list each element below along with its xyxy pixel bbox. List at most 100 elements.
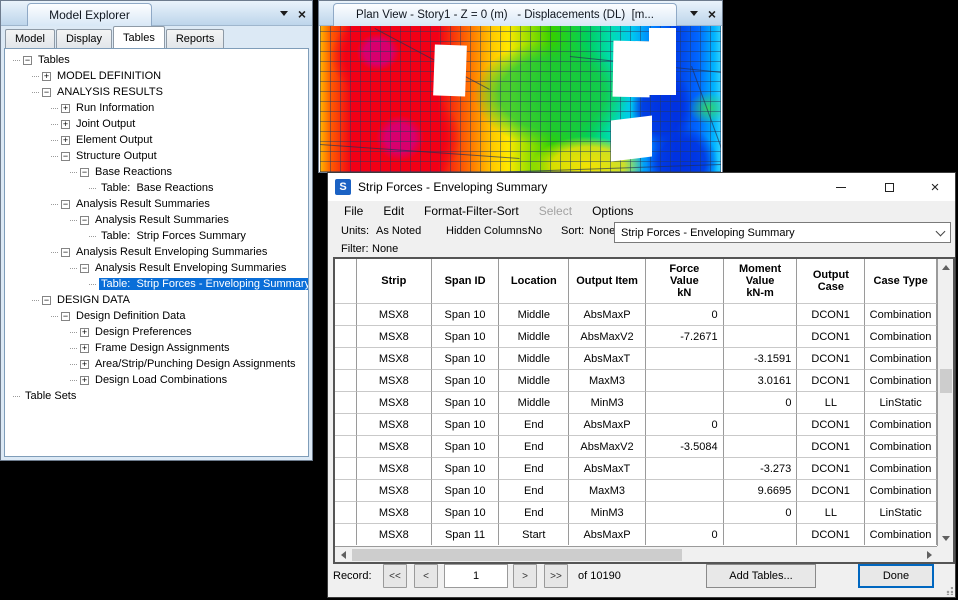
add-tables-button[interactable]: Add Tables... bbox=[706, 564, 816, 588]
table-row[interactable]: MSX8Span 10MiddleAbsMaxP0DCON1Combinatio… bbox=[335, 303, 937, 325]
tree-item[interactable]: +Design Preferences bbox=[5, 324, 308, 340]
tree-item[interactable]: +Run Information bbox=[5, 100, 308, 116]
tree-item[interactable]: +Design Load Combinations bbox=[5, 372, 308, 388]
table-row[interactable]: MSX8Span 10EndMinM30LLLinStatic bbox=[335, 501, 937, 523]
expand-icon[interactable]: + bbox=[42, 72, 51, 81]
menu-file[interactable]: File bbox=[334, 204, 373, 218]
column-header[interactable]: Location bbox=[499, 259, 569, 303]
tree-item[interactable]: −Tables bbox=[5, 52, 308, 68]
tree-item[interactable]: +Frame Design Assignments bbox=[5, 340, 308, 356]
column-header[interactable]: Force Value kN bbox=[646, 259, 724, 303]
table-row[interactable]: MSX8Span 10MiddleMaxM33.0161DCON1Combina… bbox=[335, 369, 937, 391]
column-header[interactable]: Span ID bbox=[432, 259, 500, 303]
collapse-icon[interactable]: − bbox=[23, 56, 32, 65]
scroll-left-button[interactable] bbox=[335, 547, 351, 563]
contour-plot[interactable] bbox=[320, 26, 721, 172]
expand-icon[interactable]: + bbox=[80, 344, 89, 353]
tab-model[interactable]: Model bbox=[5, 29, 55, 48]
collapse-icon[interactable]: − bbox=[61, 248, 70, 257]
record-prev-button[interactable]: < bbox=[414, 564, 438, 588]
vertical-scrollbar-thumb[interactable] bbox=[940, 369, 952, 393]
tree-item[interactable]: −Analysis Result Enveloping Summaries bbox=[5, 260, 308, 276]
maximize-button[interactable] bbox=[873, 173, 905, 201]
table-row[interactable]: MSX8Span 10MiddleAbsMaxV2-7.2671DCON1Com… bbox=[335, 325, 937, 347]
expand-icon[interactable]: + bbox=[80, 376, 89, 385]
tree-item[interactable]: +Joint Output bbox=[5, 116, 308, 132]
tree-item[interactable]: Table: Strip Forces Summary bbox=[5, 228, 308, 244]
collapse-icon[interactable]: − bbox=[61, 312, 70, 321]
collapse-icon[interactable]: − bbox=[61, 200, 70, 209]
tree-item[interactable]: −ANALYSIS RESULTS bbox=[5, 84, 308, 100]
tree-item[interactable]: −Base Reactions bbox=[5, 164, 308, 180]
expand-icon[interactable]: + bbox=[80, 360, 89, 369]
collapse-icon[interactable]: − bbox=[80, 168, 89, 177]
menu-format-filter-sort[interactable]: Format-Filter-Sort bbox=[414, 204, 529, 218]
plan-view-title-tab[interactable]: Plan View - Story1 - Z = 0 (m) - Displac… bbox=[333, 3, 677, 26]
tab-tables[interactable]: Tables bbox=[113, 26, 165, 48]
horizontal-scrollbar[interactable] bbox=[335, 546, 937, 562]
tree-item[interactable]: +Element Output bbox=[5, 132, 308, 148]
tree-item[interactable]: +MODEL DEFINITION bbox=[5, 68, 308, 84]
column-header[interactable]: Moment Value kN-m bbox=[724, 259, 798, 303]
collapse-icon[interactable]: − bbox=[42, 296, 51, 305]
done-button[interactable]: Done bbox=[858, 564, 934, 588]
collapse-icon[interactable]: − bbox=[61, 152, 70, 161]
menu-options[interactable]: Options bbox=[582, 204, 643, 218]
column-header[interactable]: Case Type bbox=[865, 259, 937, 303]
column-header[interactable]: Output Item bbox=[569, 259, 646, 303]
expand-icon[interactable]: + bbox=[61, 104, 70, 113]
plan-view-titlebar[interactable]: Plan View - Story1 - Z = 0 (m) - Displac… bbox=[319, 1, 722, 26]
scroll-up-button[interactable] bbox=[938, 259, 954, 275]
tree-item[interactable]: Table Sets bbox=[5, 388, 308, 404]
tree-item[interactable]: +Area/Strip/Punching Design Assignments bbox=[5, 356, 308, 372]
record-first-button[interactable]: << bbox=[383, 564, 407, 588]
expand-icon[interactable]: + bbox=[61, 120, 70, 129]
plan-view-close-icon[interactable]: × bbox=[708, 7, 716, 21]
model-explorer-titlebar[interactable]: Model Explorer × bbox=[1, 1, 312, 26]
table-row[interactable]: MSX8Span 10EndMaxM39.6695DCON1Combinatio… bbox=[335, 479, 937, 501]
tree-item[interactable]: −Design Definition Data bbox=[5, 308, 308, 324]
expand-icon[interactable]: + bbox=[61, 136, 70, 145]
column-header[interactable] bbox=[335, 259, 357, 303]
tree-item[interactable]: Table: Strip Forces - Enveloping Summary bbox=[5, 276, 308, 292]
tree-item[interactable]: −Structure Output bbox=[5, 148, 308, 164]
table-row[interactable]: MSX8Span 10MiddleAbsMaxT-3.1591DCON1Comb… bbox=[335, 347, 937, 369]
scroll-right-button[interactable] bbox=[921, 547, 937, 563]
expand-icon[interactable]: + bbox=[80, 328, 89, 337]
record-last-button[interactable]: >> bbox=[544, 564, 568, 588]
column-header[interactable]: Strip bbox=[357, 259, 432, 303]
table-row[interactable]: MSX8Span 10MiddleMinM30LLLinStatic bbox=[335, 391, 937, 413]
table-row[interactable]: MSX8Span 10EndAbsMaxT-3.273DCON1Combinat… bbox=[335, 457, 937, 479]
table-row[interactable]: MSX8Span 10EndAbsMaxP0DCON1Combination bbox=[335, 413, 937, 435]
column-header[interactable]: Output Case bbox=[797, 259, 865, 303]
resize-grip[interactable] bbox=[945, 587, 953, 595]
plan-view-chevron-down-icon[interactable] bbox=[690, 11, 698, 16]
tree-item[interactable]: −DESIGN DATA bbox=[5, 292, 308, 308]
tree-item[interactable]: Table: Base Reactions bbox=[5, 180, 308, 196]
close-button[interactable]: × bbox=[919, 173, 951, 201]
menu-edit[interactable]: Edit bbox=[373, 204, 414, 218]
table-select[interactable]: Strip Forces - Enveloping Summary bbox=[614, 222, 951, 243]
horizontal-scrollbar-thumb[interactable] bbox=[352, 549, 682, 561]
collapse-icon[interactable]: − bbox=[80, 216, 89, 225]
table-row[interactable]: MSX8Span 10EndAbsMaxV2-3.5084DCON1Combin… bbox=[335, 435, 937, 457]
tab-display[interactable]: Display bbox=[56, 29, 112, 48]
minimize-button[interactable] bbox=[825, 173, 857, 201]
scroll-down-button[interactable] bbox=[938, 530, 954, 546]
model-explorer-title-tab[interactable]: Model Explorer bbox=[27, 3, 152, 26]
panel-close-icon[interactable]: × bbox=[298, 7, 306, 21]
record-next-button[interactable]: > bbox=[513, 564, 537, 588]
collapse-icon[interactable]: − bbox=[80, 264, 89, 273]
dialog-titlebar[interactable]: S Strip Forces - Enveloping Summary × bbox=[328, 173, 955, 201]
panel-menu-chevron-down-icon[interactable] bbox=[280, 11, 288, 16]
tree-item[interactable]: −Analysis Result Summaries bbox=[5, 212, 308, 228]
table-row[interactable]: MSX8Span 11StartAbsMaxP0DCON1Combination bbox=[335, 523, 937, 545]
tree-item[interactable]: −Analysis Result Enveloping Summaries bbox=[5, 244, 308, 260]
vertical-scrollbar[interactable] bbox=[937, 259, 953, 546]
collapse-icon[interactable]: − bbox=[42, 88, 51, 97]
record-number-input[interactable] bbox=[444, 564, 508, 588]
table-cell bbox=[646, 347, 724, 369]
tree-item[interactable]: −Analysis Result Summaries bbox=[5, 196, 308, 212]
tab-reports[interactable]: Reports bbox=[166, 29, 225, 48]
table-cell: Middle bbox=[499, 347, 569, 369]
